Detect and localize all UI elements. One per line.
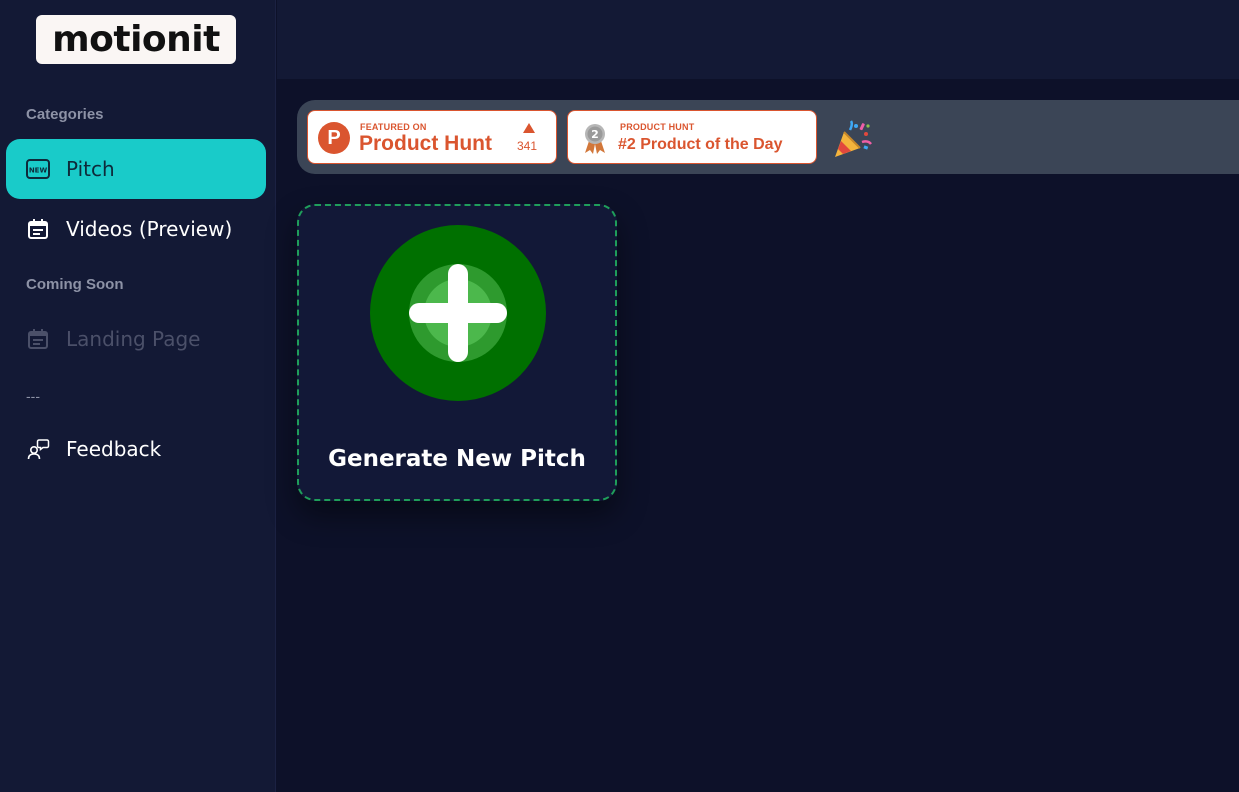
sidebar-item-label: Pitch: [66, 157, 115, 181]
sidebar: motionit Categories NEW Pitch Videos (Pr…: [0, 0, 276, 792]
product-hunt-featured-badge[interactable]: P FEATURED ON Product Hunt 341: [307, 110, 557, 164]
calendar-icon: [26, 217, 50, 241]
top-bar: [277, 0, 1239, 79]
party-popper-icon: [835, 120, 872, 157]
categories-label: Categories: [26, 106, 104, 123]
medal-icon: 2: [585, 124, 605, 154]
vote-count: 341: [517, 139, 538, 153]
coming-soon-label: Coming Soon: [26, 276, 124, 293]
sidebar-item-pitch[interactable]: NEW Pitch: [6, 139, 266, 199]
app-logo[interactable]: motionit: [36, 15, 236, 64]
badge-title: Product Hunt: [359, 132, 492, 155]
upvote-arrow-icon: [523, 123, 535, 133]
product-hunt-logo-icon: P: [318, 122, 350, 154]
feedback-icon: [26, 437, 50, 461]
badge-title: #2 Product of the Day: [618, 136, 783, 153]
sidebar-item-feedback[interactable]: Feedback: [6, 419, 266, 479]
svg-text:2: 2: [591, 128, 599, 141]
sidebar-item-landing-page: Landing Page: [6, 309, 266, 369]
card-title: Generate New Pitch: [328, 446, 586, 472]
sidebar-item-label: Videos (Preview): [66, 217, 233, 241]
product-of-the-day-badge[interactable]: 2 PRODUCT HUNT #2 Product of the Day: [567, 110, 817, 164]
calendar-icon: [26, 327, 50, 351]
product-hunt-banner: P FEATURED ON Product Hunt 341 2 PRODUCT…: [297, 100, 1239, 174]
badge-caption: FEATURED ON: [360, 122, 427, 132]
badge-caption: PRODUCT HUNT: [620, 122, 695, 132]
divider: ---: [26, 388, 40, 404]
sidebar-item-videos[interactable]: Videos (Preview): [6, 199, 266, 259]
svg-text:NEW: NEW: [29, 167, 48, 175]
sidebar-item-label: Feedback: [66, 437, 162, 461]
new-badge-icon: NEW: [26, 157, 50, 181]
plus-icon: [370, 225, 546, 401]
sidebar-item-label: Landing Page: [66, 327, 201, 351]
generate-new-pitch-card[interactable]: Generate New Pitch: [297, 204, 617, 501]
